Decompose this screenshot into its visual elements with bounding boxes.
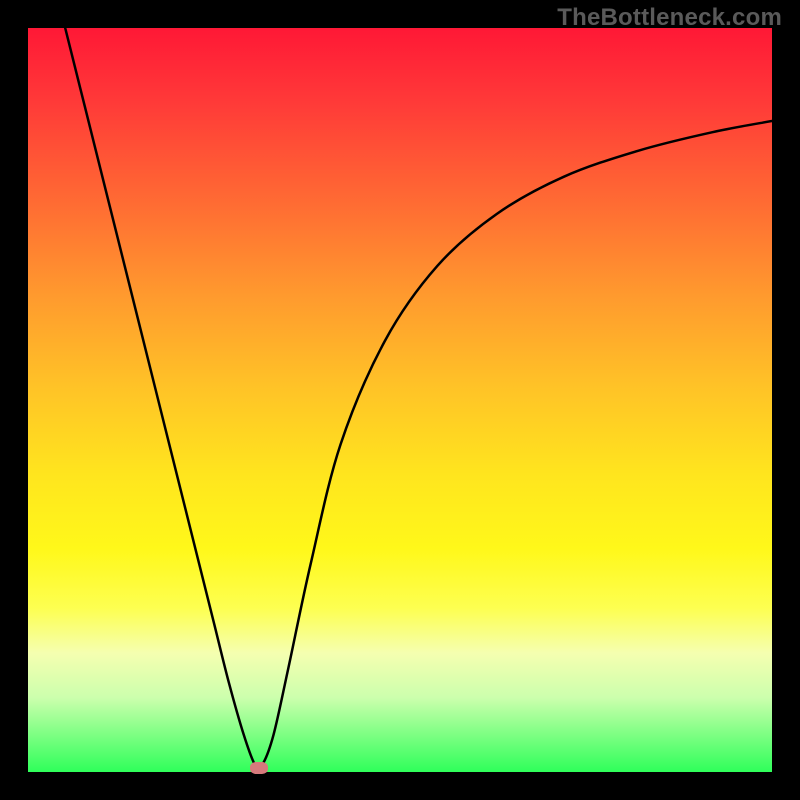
- chart-plot-area: [28, 28, 772, 772]
- optimal-point-marker: [250, 762, 268, 774]
- bottleneck-curve: [28, 28, 772, 772]
- watermark-text: TheBottleneck.com: [557, 4, 782, 32]
- curve-path: [65, 28, 772, 768]
